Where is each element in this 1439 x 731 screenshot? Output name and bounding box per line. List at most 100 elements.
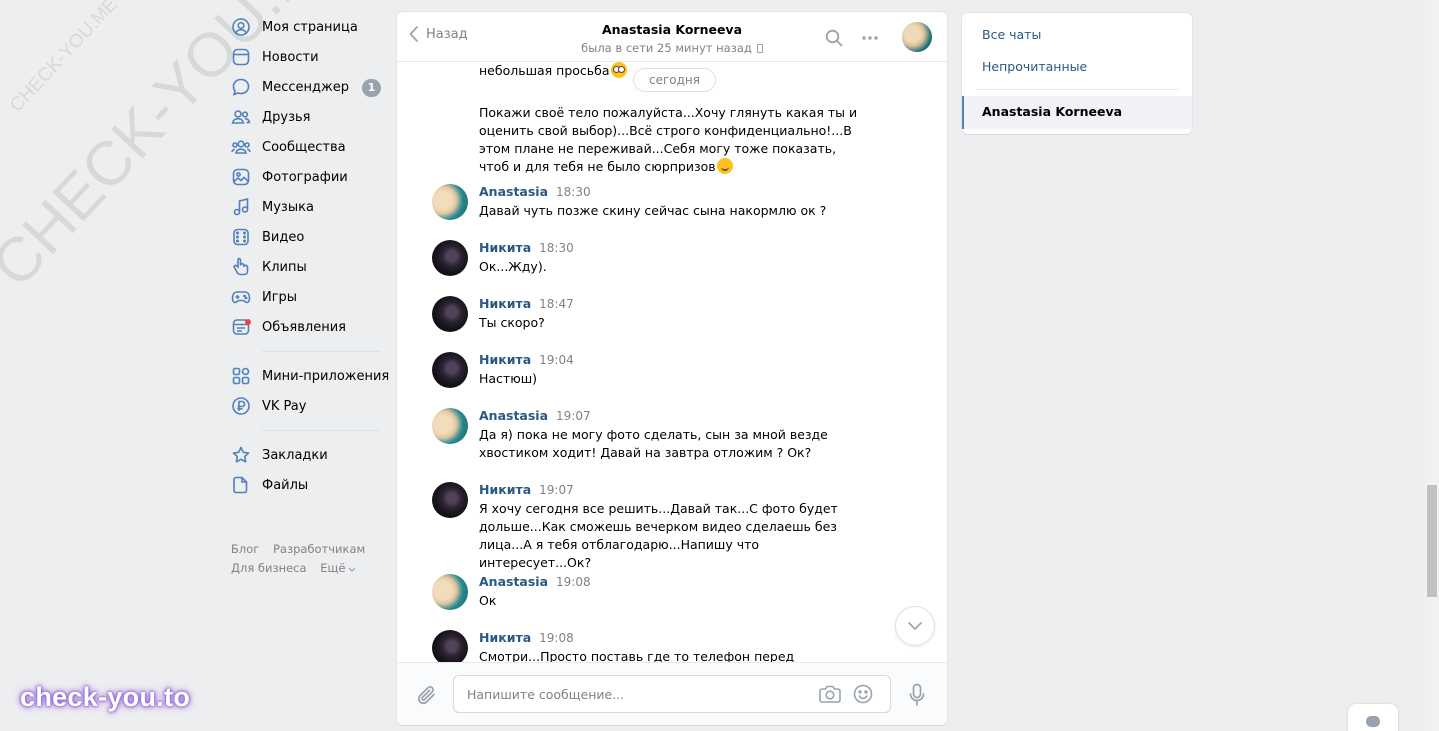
- message-author[interactable]: Anastasia 18:30: [479, 184, 591, 199]
- filter-unread[interactable]: Непрочитанные: [982, 59, 1087, 74]
- footer-link-blog[interactable]: Блог: [231, 542, 259, 556]
- chevron-down-icon: [908, 622, 922, 630]
- message-time: 18:30: [539, 241, 574, 255]
- footer-links: Блог Разработчикам Для бизнеса Ещё: [231, 540, 391, 578]
- nav-item-mini-apps[interactable]: Мини-приложения: [231, 361, 391, 391]
- nav-label: Музыка: [262, 199, 314, 215]
- page-scrollbar[interactable]: [1425, 0, 1439, 731]
- chat-header: Назад Anastasia Korneeva была в сети 25 …: [397, 12, 947, 62]
- nav-item-ads[interactable]: Объявления: [231, 312, 391, 342]
- chevron-down-icon: [348, 567, 356, 572]
- flushed-emoji-icon: [610, 62, 627, 78]
- avatar[interactable]: [432, 408, 468, 444]
- nav-separator: [262, 351, 380, 352]
- nav-item-friends[interactable]: Друзья: [231, 102, 391, 132]
- watermark-bottom: check-you.to: [20, 682, 191, 712]
- author-name: Anastasia: [479, 408, 549, 423]
- avatar[interactable]: [432, 574, 468, 610]
- author-name: Anastasia: [479, 184, 549, 199]
- message-author[interactable]: Никита 19:08: [479, 630, 574, 645]
- footer-link-business[interactable]: Для бизнеса: [231, 561, 307, 575]
- message-text: Ок: [479, 593, 497, 608]
- message-icon: [231, 77, 251, 97]
- avatar[interactable]: [432, 352, 468, 388]
- search-icon[interactable]: [825, 29, 843, 51]
- nav-item-my-page[interactable]: Моя страница: [231, 12, 391, 42]
- message-author[interactable]: Никита 18:30: [479, 240, 574, 255]
- author-name: Никита: [479, 296, 532, 311]
- nav-item-communities[interactable]: Сообщества: [231, 132, 391, 162]
- message-text: Давай чуть позже скину сейчас сына накор…: [479, 203, 827, 218]
- chat-widget-button[interactable]: [1348, 704, 1398, 731]
- nav-label: Игры: [262, 289, 298, 305]
- nav-item-vkpay[interactable]: VK Pay: [231, 391, 391, 421]
- message-author[interactable]: Anastasia 19:07: [479, 408, 591, 423]
- message-author[interactable]: Никита 19:07: [479, 482, 574, 497]
- nav-item-music[interactable]: Музыка: [231, 192, 391, 222]
- camera-icon[interactable]: [819, 685, 841, 707]
- author-name: Anastasia: [479, 574, 549, 589]
- footer-link-more[interactable]: Ещё: [320, 561, 356, 575]
- communities-icon: [231, 137, 251, 157]
- footer-link-developers[interactable]: Разработчикам: [273, 542, 365, 556]
- nav-label: Новости: [262, 49, 319, 65]
- nav-item-games[interactable]: Игры: [231, 282, 391, 312]
- active-chat-label: Anastasia Korneeva: [982, 104, 1123, 119]
- avatar[interactable]: [432, 240, 468, 276]
- nav-item-news[interactable]: Новости: [231, 42, 391, 72]
- message-text: Да я) пока не могу фото сделать, сын за …: [479, 427, 828, 460]
- nav-item-bookmarks[interactable]: Закладки: [231, 440, 391, 470]
- news-icon: [231, 47, 251, 67]
- notification-dot: [245, 319, 251, 325]
- nav-label: Видео: [262, 229, 305, 245]
- nav-item-messenger[interactable]: Мессенджер 1: [231, 72, 391, 102]
- chat-window: Назад Anastasia Korneeva была в сети 25 …: [397, 12, 947, 725]
- message-author[interactable]: Никита 19:04: [479, 352, 574, 367]
- nav-item-files[interactable]: Файлы: [231, 470, 391, 500]
- message-time: 19:08: [556, 575, 591, 589]
- avatar[interactable]: [432, 630, 468, 662]
- nav-label: Друзья: [262, 109, 311, 125]
- message-fragment: Покажи своё тело пожалуйста...Хочу гляну…: [479, 105, 858, 174]
- message-history[interactable]: сегодня небольшая просьба Покажи своё те…: [397, 62, 947, 662]
- photo-icon: [231, 167, 251, 187]
- message-time: 19:08: [539, 631, 574, 645]
- message-time: 19:07: [556, 409, 591, 423]
- last-seen-text: была в сети 25 минут назад: [581, 41, 752, 55]
- nav-item-video[interactable]: Видео: [231, 222, 391, 252]
- gamepad-icon: [231, 287, 251, 307]
- avatar[interactable]: [432, 296, 468, 332]
- message-text: Настюш): [479, 371, 538, 386]
- message-author[interactable]: Anastasia 19:08: [479, 574, 591, 589]
- chat-avatar[interactable]: [902, 22, 932, 52]
- page-scrollbar-thumb[interactable]: [1427, 485, 1437, 597]
- active-chat-item[interactable]: Anastasia Korneeva: [962, 96, 1192, 129]
- user-circle-icon: [231, 17, 251, 37]
- nav-item-clips[interactable]: Клипы: [231, 252, 391, 282]
- nav-item-photos[interactable]: Фотографии: [231, 162, 391, 192]
- left-navigation: Моя страница Новости Мессенджер 1 Друзья…: [231, 12, 391, 578]
- microphone-icon[interactable]: [909, 683, 925, 711]
- scroll-to-bottom-button[interactable]: [895, 606, 935, 646]
- message-time: 18:47: [539, 297, 574, 311]
- file-icon: [231, 475, 251, 495]
- more-label: Ещё: [320, 561, 346, 575]
- music-icon: [231, 197, 251, 217]
- mobile-icon: [756, 44, 763, 53]
- more-options-icon[interactable]: [861, 29, 879, 51]
- paperclip-icon[interactable]: [416, 684, 438, 710]
- emoji-icon[interactable]: [853, 684, 873, 708]
- date-divider: сегодня: [633, 68, 716, 92]
- nav-label: VK Pay: [262, 398, 307, 414]
- nav-separator: [262, 430, 380, 431]
- filter-all-chats[interactable]: Все чаты: [982, 27, 1041, 42]
- avatar[interactable]: [432, 482, 468, 518]
- message-text: Ты скоро?: [479, 315, 545, 330]
- vkpay-icon: [231, 396, 251, 416]
- message-text: Ок...Жду).: [479, 259, 547, 274]
- nav-label: Фотографии: [262, 169, 348, 185]
- message-author[interactable]: Никита 18:47: [479, 296, 574, 311]
- watermark-diagonal-small: CHECK-YOU.ME: [5, 0, 123, 117]
- avatar[interactable]: [432, 184, 468, 220]
- message-fragment: небольшая просьба: [479, 63, 610, 78]
